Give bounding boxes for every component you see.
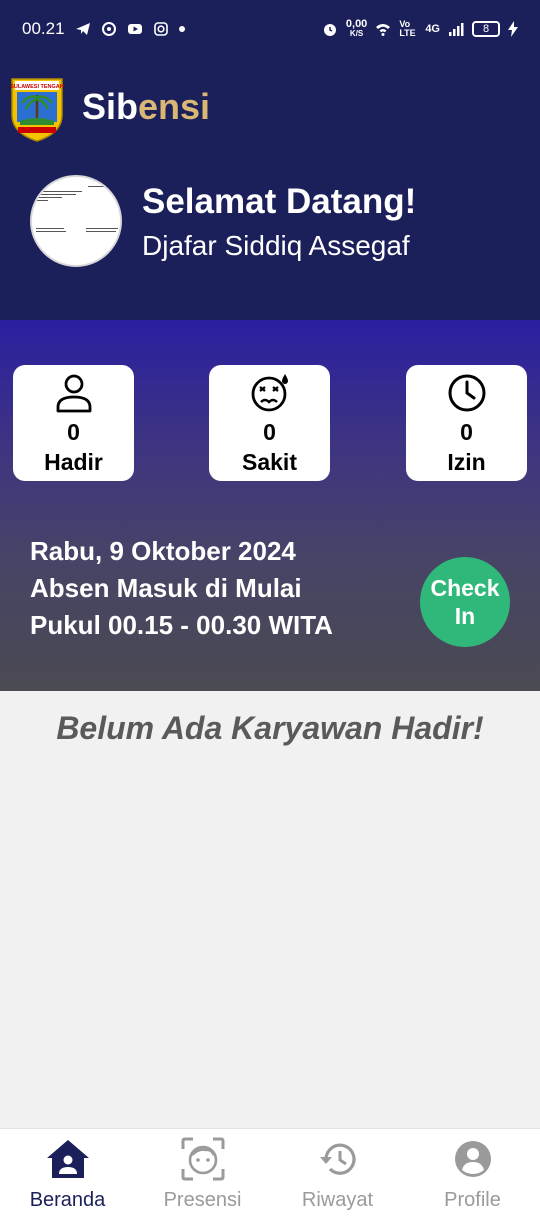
schedule-date: Rabu, 9 Oktober 2024 [30, 536, 296, 566]
account-icon [454, 1141, 491, 1177]
stat-card-hadir[interactable]: 0 Hadir [13, 365, 134, 481]
more-notifications-dot-icon [178, 26, 185, 32]
check-in-label-line1: Check [430, 575, 500, 601]
avatar-document-image [36, 186, 118, 232]
face-scan-icon [181, 1137, 224, 1181]
user-avatar[interactable] [30, 175, 122, 267]
app-title: Sibensi [82, 86, 210, 128]
app-title-prefix: Sib [82, 86, 139, 127]
stat-label: Sakit [242, 449, 297, 475]
volte-indicator: Vo LTE [399, 19, 416, 38]
nav-label: Riwayat [301, 1189, 374, 1211]
nav-label: Presensi [163, 1189, 242, 1211]
home-icon [46, 1140, 89, 1178]
sick-face-icon [251, 374, 288, 412]
stat-card-izin[interactable]: 0 Izin [406, 365, 527, 481]
wifi-icon [376, 24, 391, 36]
battery-level: 8 [482, 23, 490, 35]
network-type: 4G [425, 23, 440, 35]
charging-icon [508, 21, 518, 37]
nav-item-presensi[interactable]: Presensi [135, 1129, 270, 1219]
svg-text:SULAWESI TENGAH: SULAWESI TENGAH [10, 84, 64, 90]
user-name: Djafar Siddiq Assegaf [142, 230, 410, 261]
clock-icon [448, 374, 485, 412]
battery-indicator: 8 [472, 21, 500, 37]
nav-label: Profile [444, 1189, 501, 1211]
check-in-button[interactable]: Check In [420, 557, 510, 647]
stat-label: Izin [447, 449, 486, 475]
alarm-icon [323, 24, 336, 36]
app-title-suffix: ensi [138, 86, 211, 127]
nav-item-beranda[interactable]: Beranda [0, 1129, 135, 1219]
stat-count: 0 [67, 419, 80, 445]
telegram-icon [75, 23, 90, 35]
bottom-navigation: Beranda Presensi Riwayat Profile [0, 1128, 540, 1219]
youtube-icon [127, 24, 142, 34]
net-speed-unit: K/S [349, 29, 364, 38]
instagram-icon [153, 22, 168, 36]
welcome-heading: Selamat Datang! [142, 182, 417, 221]
app-notification-icon [101, 22, 116, 36]
status-bar: 00.21 0,00 K/S Vo LTE 4G 8 [0, 0, 540, 58]
history-icon [319, 1143, 356, 1175]
nav-item-profile[interactable]: Profile [405, 1129, 540, 1219]
signal-icon [449, 23, 464, 36]
province-emblem-logo: SULAWESI TENGAH [10, 78, 64, 142]
attendance-panel: 0 Hadir 0 Sakit 0 Izin Rabu, 9 Oktober 2… [0, 320, 540, 691]
nav-label: Beranda [29, 1189, 106, 1211]
stat-card-sakit[interactable]: 0 Sakit [209, 365, 330, 481]
status-time: 00.21 [22, 19, 65, 38]
schedule-time: Pukul 00.15 - 00.30 WITA [30, 610, 333, 640]
empty-attendance-message: Belum Ada Karyawan Hadir! [56, 710, 484, 746]
stat-count: 0 [263, 419, 276, 445]
nav-item-riwayat[interactable]: Riwayat [270, 1129, 405, 1219]
net-speed: 0,00 [345, 18, 368, 30]
app-header: SULAWESI TENGAH Sibensi Selamat Datang! … [0, 58, 540, 320]
person-icon [56, 374, 91, 413]
check-in-label-line2: In [454, 603, 476, 629]
stat-label: Hadir [44, 449, 103, 475]
stat-count: 0 [460, 419, 473, 445]
schedule-status: Absen Masuk di Mulai [30, 573, 302, 603]
